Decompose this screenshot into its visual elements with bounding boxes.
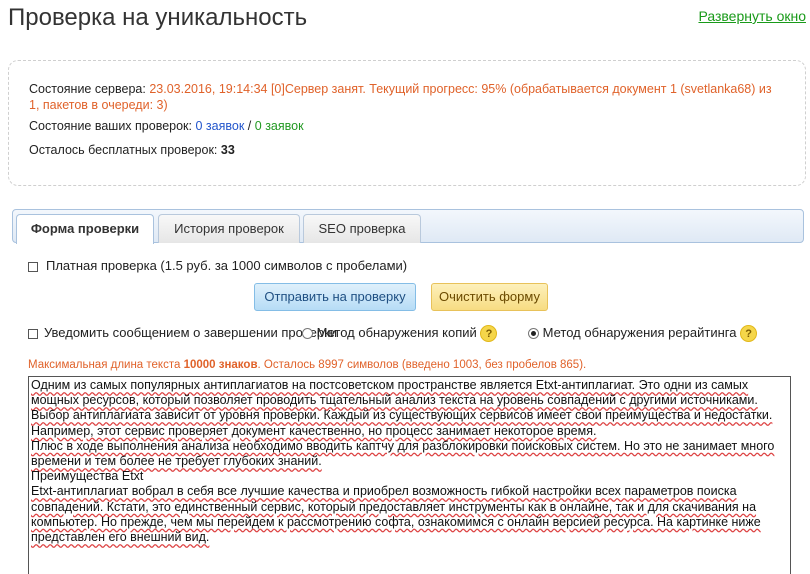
text-input-area[interactable]: Одним из самых популярных антиплагиатов … xyxy=(28,376,791,574)
limit-value: 10000 знаков xyxy=(183,359,258,371)
send-for-check-button[interactable]: Отправить на проверку xyxy=(254,283,416,311)
tab-seo-check[interactable]: SEO проверка xyxy=(303,214,421,243)
free-checks-count: 33 xyxy=(220,143,235,157)
clear-form-button[interactable]: Очистить форму xyxy=(431,283,548,311)
method-rewrite-option: Метод обнаружения рерайтинга ? xyxy=(528,325,758,343)
method-copies-option: Метод обнаружения копий ? xyxy=(302,325,498,343)
text-paragraph: Одним из самых популярных антиплагиатов … xyxy=(31,378,758,408)
tab-check-history[interactable]: История проверок xyxy=(158,214,300,243)
your-checks-label: Состояние ваших проверок: xyxy=(29,119,193,133)
paid-check-row: Платная проверка (1.5 руб. за 1000 симво… xyxy=(28,258,407,273)
method-rewrite-help-icon[interactable]: ? xyxy=(740,325,758,343)
text-paragraph: Выбор антиплагиата зависит от уровня про… xyxy=(31,408,773,438)
free-checks-label: Осталось бесплатных проверок: xyxy=(29,143,218,157)
method-rewrite-label: Метод обнаружения рерайтинга xyxy=(542,325,737,340)
your-checks-line: Состояние ваших проверок: 0 заявок / 0 з… xyxy=(29,119,304,133)
page-title: Проверка на уникальность xyxy=(8,4,308,31)
text-paragraph: Etxt-антиплагиат вобрал в себя все лучши… xyxy=(31,484,761,545)
completed-requests-count[interactable]: 0 заявок xyxy=(255,119,304,133)
expand-window-link[interactable]: Развернуть окно xyxy=(698,8,806,24)
method-rewrite-radio[interactable] xyxy=(528,328,539,340)
server-status-label: Состояние сервера: xyxy=(29,82,146,96)
checks-separator: / xyxy=(247,119,252,133)
paid-check-label: Платная проверка (1.5 руб. за 1000 симво… xyxy=(46,258,408,273)
notify-checkbox[interactable] xyxy=(28,328,38,339)
limit-suffix: . Осталось 8997 символов (введено 1003, … xyxy=(257,359,587,371)
pending-requests-count[interactable]: 0 заявок xyxy=(196,119,245,133)
paid-check-checkbox[interactable] xyxy=(28,261,38,272)
method-copies-label: Метод обнаружения копий xyxy=(316,325,477,340)
text-paragraph: Плюс в ходе выполнения анализа необходим… xyxy=(31,438,775,469)
method-copies-help-icon[interactable]: ? xyxy=(480,325,498,343)
notify-label: Уведомить сообщением о завершении провер… xyxy=(44,325,338,340)
method-copies-radio[interactable] xyxy=(302,328,313,340)
text-limit-info: Максимальная длина текста 10000 знаков. … xyxy=(28,359,586,371)
server-status-line: Состояние сервера: 23.03.2016, 19:14:34 … xyxy=(29,81,785,113)
limit-prefix: Максимальная длина текста xyxy=(28,359,181,371)
tab-bar: Форма проверки История проверок SEO пров… xyxy=(12,209,804,244)
server-status-panel: Состояние сервера: 23.03.2016, 19:14:34 … xyxy=(8,60,806,186)
text-paragraph: Преимущества Etxt xyxy=(31,469,144,484)
tab-check-form[interactable]: Форма проверки xyxy=(16,214,154,244)
free-checks-line: Осталось бесплатных проверок: 33 xyxy=(29,143,235,157)
